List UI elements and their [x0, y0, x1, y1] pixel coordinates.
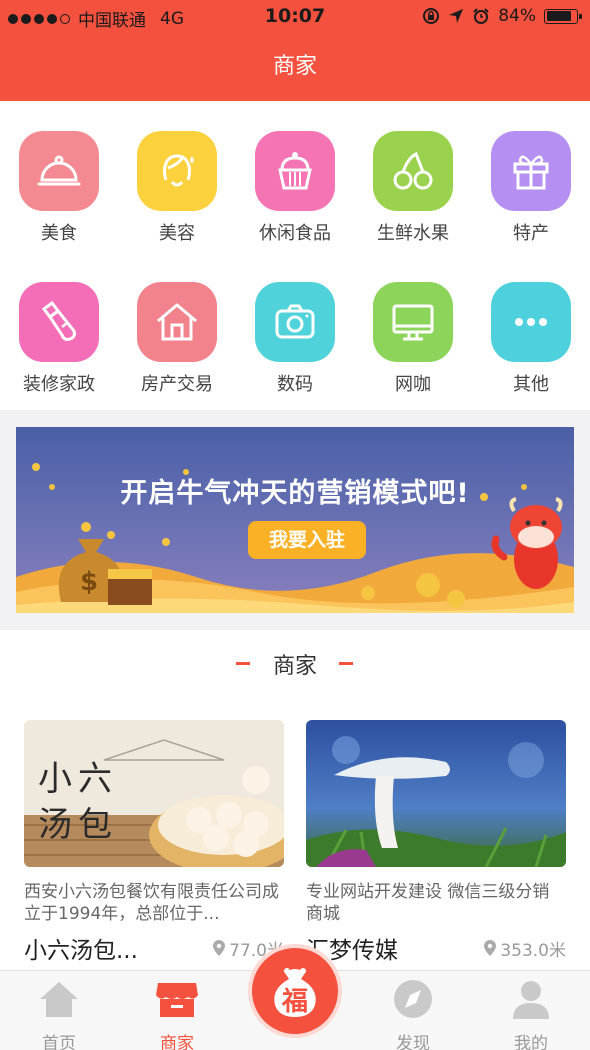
merchant-distance: 353.0米: [483, 936, 566, 961]
category-realestate[interactable]: 房产交易: [118, 282, 236, 396]
category-specialty[interactable]: 特产: [472, 131, 590, 245]
merchant-image: [306, 720, 566, 867]
category-snacks[interactable]: 休闲食品: [236, 131, 354, 245]
tab-home[interactable]: 首页: [19, 977, 99, 1050]
svg-text:$: $: [80, 567, 98, 597]
house-icon: [137, 282, 217, 362]
gift-icon: [491, 131, 571, 211]
title-dash-right: [339, 662, 353, 665]
merchant-description: 西安小六汤包餐饮有限责任公司成立于1994年，总部位于...: [24, 882, 279, 924]
merchant-card[interactable]: 小六汤包 西安小六汤包餐饮有限责任公司成立于1994年，总部位于... 小六汤包…: [24, 720, 284, 965]
tab-label: 发现: [396, 1034, 430, 1050]
category-label: 装修家政: [23, 374, 95, 395]
category-label: 休闲食品: [259, 223, 331, 244]
orientation-lock-icon: [423, 8, 440, 24]
merchant-list: 小六汤包 西安小六汤包餐饮有限责任公司成立于1994年，总部位于... 小六汤包…: [0, 700, 590, 970]
category-label: 美容: [159, 223, 195, 244]
category-label: 网咖: [395, 374, 431, 395]
category-housekeeping[interactable]: 装修家政: [0, 282, 118, 396]
tab-merchants[interactable]: 商家: [137, 977, 217, 1050]
category-label: 美食: [41, 223, 77, 244]
merchant-card[interactable]: 专业网站开发建设 微信三级分销商城 汇梦传媒 353.0米: [306, 720, 566, 965]
tab-label: 首页: [42, 1034, 76, 1050]
page-title: 商家: [272, 54, 317, 79]
status-bar: 中国联通 4G 10:07 84%: [0, 0, 590, 34]
merchant-name: 小六汤包...: [24, 938, 138, 964]
fortune-label: 福: [281, 987, 308, 1017]
fortune-button[interactable]: 福: [248, 944, 342, 1038]
category-label: 数码: [277, 374, 313, 395]
battery-icon: [544, 8, 582, 24]
cherry-icon: [373, 131, 453, 211]
distance-text: 353.0米: [500, 940, 566, 961]
cake-icon: [255, 131, 335, 211]
compass-icon: [394, 980, 432, 1018]
category-label: 生鲜水果: [377, 223, 449, 244]
merchant-description: 专业网站开发建设 微信三级分销商城: [306, 882, 550, 924]
banner-headline: 开启牛气冲天的营销模式吧!: [120, 478, 470, 509]
promo-banner[interactable]: $ 开启牛气冲天的营销模式吧! 我要入驻: [16, 427, 574, 613]
tab-label: 我的: [514, 1034, 548, 1050]
tab-mine[interactable]: 我的: [491, 977, 571, 1050]
monitor-icon: [373, 282, 453, 362]
location-pin-icon: [484, 940, 497, 956]
tab-label: 商家: [160, 1034, 194, 1050]
battery-percent: 84%: [498, 6, 536, 26]
category-digital[interactable]: 数码: [236, 282, 354, 396]
category-label: 其他: [513, 374, 549, 395]
camera-icon: [255, 282, 335, 362]
home-icon: [40, 982, 78, 1017]
merchant-image: 小六汤包: [24, 720, 284, 867]
more-icon: [491, 282, 571, 362]
nav-bar: 商家: [0, 34, 590, 101]
tab-discover[interactable]: 发现: [373, 977, 453, 1050]
merchant-image-text: 小六汤包: [38, 759, 118, 845]
status-right: 84%: [422, 6, 582, 26]
category-grid: 美食 美容 休闲食品 生鲜水果 特产 装修家政 房产交易 数码 网咖 其他: [0, 101, 590, 410]
location-icon: [449, 9, 464, 23]
store-icon: [156, 983, 198, 1017]
category-label: 房产交易: [141, 374, 213, 395]
category-other[interactable]: 其他: [472, 282, 590, 396]
category-food[interactable]: 美食: [0, 131, 118, 245]
merchant-section-header: 商家: [0, 630, 590, 700]
cloche-icon: [19, 131, 99, 211]
user-icon: [513, 981, 549, 1019]
category-fruit[interactable]: 生鲜水果: [354, 131, 472, 245]
face-icon: [137, 131, 217, 211]
alarm-icon: [473, 8, 489, 24]
join-button[interactable]: 我要入驻: [248, 521, 366, 559]
brush-icon: [19, 282, 99, 362]
category-beauty[interactable]: 美容: [118, 131, 236, 245]
section-title: 商家: [272, 654, 317, 679]
category-netcafe[interactable]: 网咖: [354, 282, 472, 396]
location-pin-icon: [213, 940, 226, 956]
category-label: 特产: [513, 223, 549, 244]
banner-illustration: $: [16, 463, 574, 613]
